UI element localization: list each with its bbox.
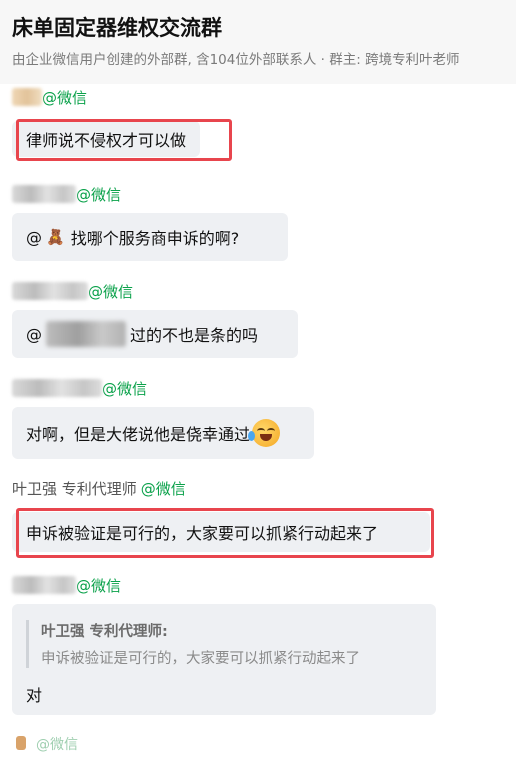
sender-line[interactable]: @微信: [12, 86, 87, 108]
sender-line[interactable]: 叶卫强 专利代理师 @微信: [12, 477, 186, 499]
highlight-box: [16, 119, 232, 161]
sender-name: 叶卫强 专利代理师: [12, 479, 137, 498]
wechat-tag: @微信: [42, 88, 88, 107]
wechat-tag: @微信: [102, 379, 148, 398]
wechat-tag: @微信: [76, 576, 122, 595]
chat-area[interactable]: @微信 律师说不侵权才可以做 @微信 @ 🧸 找哪个服务商申诉的啊? @微信 @…: [0, 84, 516, 760]
mention-symbol: @: [26, 227, 42, 247]
message-bubble[interactable]: @ 🧸 找哪个服务商申诉的啊?: [12, 213, 288, 261]
blurred-sender-name: [12, 88, 42, 106]
sender-line[interactable]: @微信: [12, 183, 121, 205]
mention-symbol: @: [26, 324, 42, 344]
highlight-box: [16, 508, 434, 558]
message-bubble[interactable]: @ 过的不也是条的吗: [12, 310, 298, 358]
blurred-sender-name: [12, 576, 76, 594]
quote-block: 叶卫强 专利代理师: 申诉被验证是可行的，大家要可以抓紧行动起来了: [26, 620, 360, 668]
group-header: 床单固定器维权交流群 由企业微信用户创建的外部群, 含104位外部联系人 · 群…: [0, 0, 516, 85]
sender-line[interactable]: @微信: [12, 280, 133, 302]
blurred-sender-name: [12, 185, 76, 203]
group-subtitle: 由企业微信用户创建的外部群, 含104位外部联系人 · 群主: 跨境专利叶老师: [12, 52, 460, 68]
group-title: 床单固定器维权交流群: [12, 16, 222, 40]
message-text: 过的不也是条的吗: [130, 326, 259, 345]
blurred-sender-name: [12, 379, 102, 397]
wechat-tag: @微信: [36, 737, 78, 753]
message-text: 对啊，但是大佬说他是侥幸通过: [26, 425, 251, 444]
sender-line[interactable]: @微信: [12, 377, 147, 399]
avatar[interactable]: [16, 736, 26, 750]
teddy-bear-icon: 🧸: [46, 228, 65, 246]
quoted-message-bubble[interactable]: 叶卫强 专利代理师: 申诉被验证是可行的，大家要可以抓紧行动起来了 对: [12, 604, 436, 715]
wechat-tag: @微信: [88, 282, 134, 301]
message-bubble[interactable]: 对啊，但是大佬说他是侥幸通过: [12, 407, 314, 459]
quote-author: 叶卫强 专利代理师:: [41, 624, 168, 640]
wechat-tag: @微信: [140, 479, 186, 498]
redacted-mention: [46, 321, 126, 347]
wechat-tag: @微信: [76, 185, 122, 204]
message-text: 对: [26, 686, 43, 705]
sender-line[interactable]: @微信: [12, 574, 121, 596]
message-text: 找哪个服务商申诉的啊?: [70, 229, 240, 248]
quote-text: 申诉被验证是可行的，大家要可以抓紧行动起来了: [41, 651, 360, 667]
blurred-sender-name: [12, 282, 88, 300]
laughing-crying-emoji-icon: [248, 419, 281, 447]
